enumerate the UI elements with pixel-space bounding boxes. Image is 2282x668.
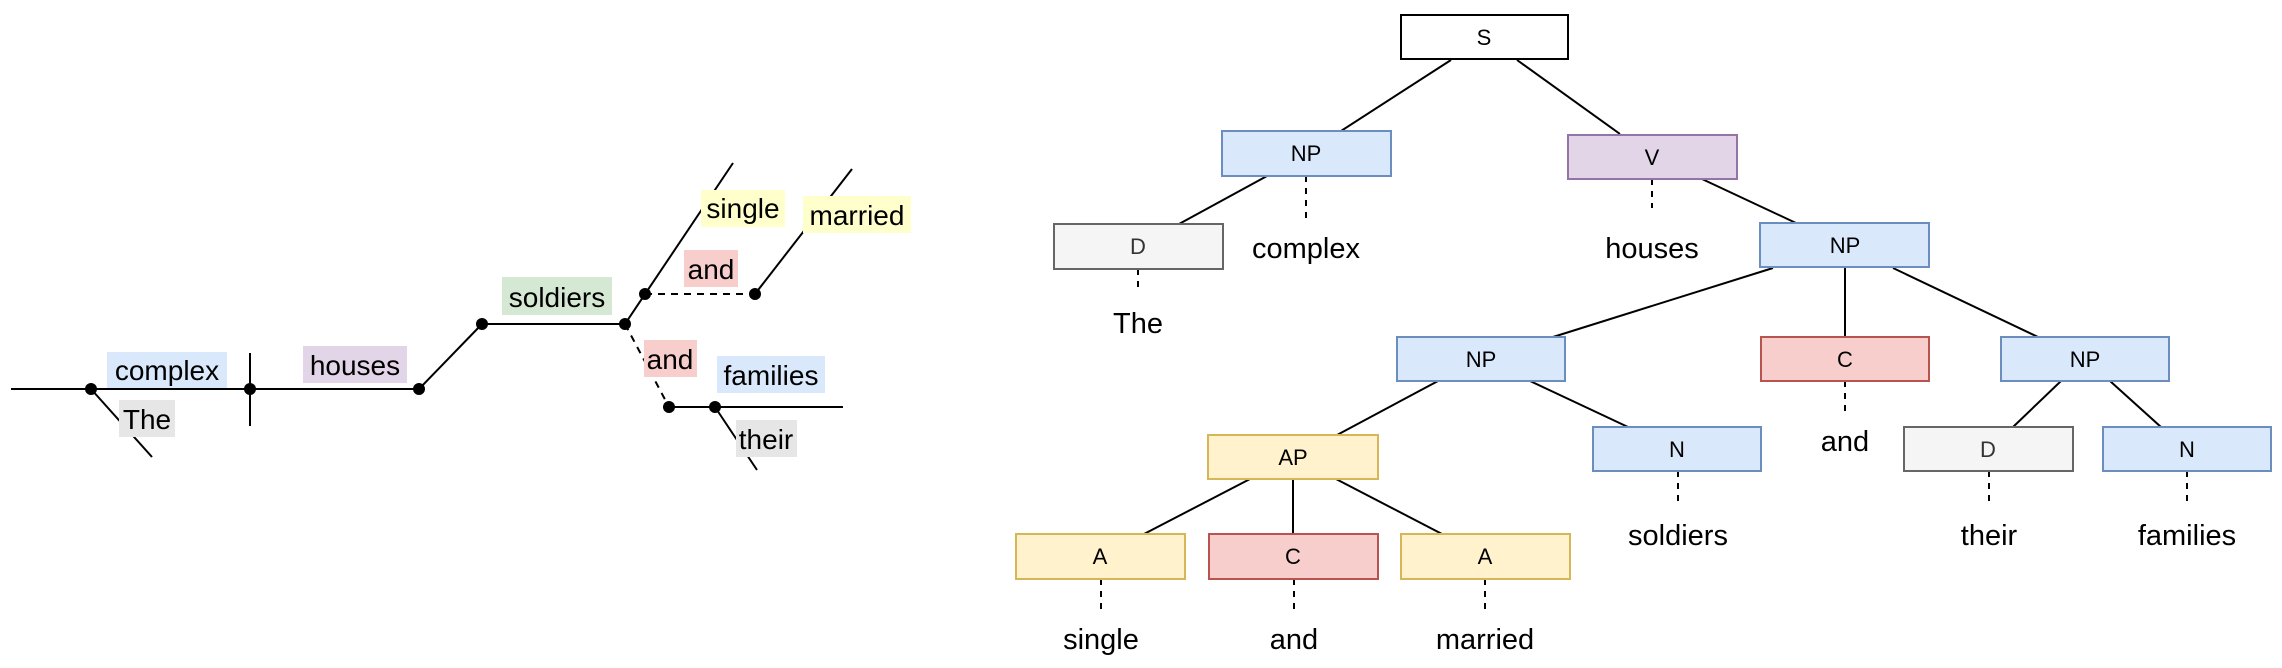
tree-edge-np-np1	[1552, 267, 1774, 338]
rk-word-text: and	[688, 254, 735, 285]
tree-leaf-and-ap: and	[1270, 624, 1318, 656]
tree-node-np-object: NP	[1759, 222, 1930, 268]
tree-node-label: N	[1669, 437, 1685, 462]
tree-node-label: NP	[1291, 141, 1322, 166]
rk-object-rise-line	[418, 323, 483, 390]
tree-edge-np2-n	[2109, 380, 2162, 428]
tree-edge-ap-a2	[1335, 478, 1443, 535]
tree-leaf-married: married	[1436, 624, 1534, 656]
tree-edge-np2-d	[2012, 380, 2062, 428]
rk-word-text: single	[706, 193, 779, 224]
tree-node-d-their: D	[1903, 426, 2074, 472]
rk-single-line	[624, 162, 734, 325]
rk-word-complex: complex	[107, 352, 227, 388]
reed-kellogg-diagram: complex The houses soldiers single marri…	[11, 162, 911, 471]
tree-node-np-coord1: NP	[1396, 336, 1566, 382]
tree-node-d-the: D	[1053, 223, 1224, 270]
tree-node-label: NP	[1830, 233, 1861, 258]
tree-node-label: A	[1478, 544, 1493, 569]
rk-node-dot	[663, 401, 675, 413]
tree-edge-np-d	[1178, 175, 1268, 225]
tree-leaf-their: their	[1961, 520, 2018, 552]
rk-node-dot	[244, 383, 256, 395]
tree-edge-s-v	[1516, 59, 1621, 135]
tree-leaf-the: The	[1113, 308, 1163, 340]
tree-node-s: S	[1400, 14, 1569, 60]
tree-leaf-single: single	[1063, 624, 1139, 656]
tree-node-label: D	[1130, 234, 1146, 259]
tree-node-ap: AP	[1207, 434, 1379, 480]
rk-node-dot	[85, 383, 97, 395]
tree-edge-v-np	[1701, 178, 1797, 224]
rk-node-dot	[709, 401, 721, 413]
rk-word-their: their	[736, 420, 797, 457]
tree-leaf-families: families	[2138, 520, 2236, 552]
rk-word-houses: houses	[303, 346, 407, 383]
rk-word-text: The	[123, 404, 171, 435]
rk-node-dot	[413, 383, 425, 395]
tree-edge-np1-n	[1529, 380, 1629, 428]
rk-word-married: married	[803, 196, 911, 233]
tree-edge-np-np2	[1892, 267, 2039, 338]
rk-word-the: The	[119, 400, 175, 437]
tree-node-label: A	[1093, 544, 1108, 569]
rk-word-and-np: and	[644, 340, 697, 377]
rk-word-text: families	[724, 360, 819, 391]
constituency-tree: S NP V D NP NP C NP AP N D N A C A The c…	[1015, 14, 2272, 656]
tree-node-label: AP	[1278, 445, 1307, 470]
rk-word-single: single	[701, 190, 785, 227]
sentence-diagrams: complex The houses soldiers single marri…	[11, 14, 2272, 656]
tree-node-n-families: N	[2102, 426, 2272, 472]
tree-node-c-ap: C	[1208, 533, 1379, 580]
tree-node-np-coord2: NP	[2000, 336, 2170, 382]
tree-leaf-and-np: and	[1821, 426, 1869, 458]
rk-node-dot	[619, 318, 631, 330]
tree-node-label: N	[2179, 437, 2195, 462]
tree-node-label: NP	[2070, 347, 2101, 372]
rk-word-text: their	[739, 424, 793, 455]
rk-node-dot	[476, 318, 488, 330]
tree-node-label: C	[1285, 544, 1301, 569]
rk-word-text: married	[810, 200, 905, 231]
tree-node-n-soldiers: N	[1592, 426, 1762, 472]
tree-leaf-soldiers: soldiers	[1628, 520, 1728, 552]
tree-node-label: S	[1477, 25, 1492, 50]
rk-word-and-ap: and	[684, 250, 738, 287]
rk-word-text: complex	[115, 355, 219, 386]
rk-node-dot	[639, 288, 651, 300]
tree-node-label: D	[1980, 437, 1996, 462]
tree-edge-s-np	[1340, 59, 1452, 132]
tree-node-label: C	[1837, 347, 1853, 372]
rk-word-text: and	[647, 344, 694, 375]
tree-leaf-complex: complex	[1252, 233, 1360, 265]
tree-node-label: V	[1645, 145, 1660, 170]
tree-edge-np1-ap	[1336, 380, 1439, 436]
tree-node-np-subject: NP	[1221, 130, 1392, 177]
rk-word-text: houses	[310, 350, 400, 381]
rk-word-soldiers: soldiers	[502, 277, 612, 315]
tree-node-label: NP	[1466, 347, 1497, 372]
tree-node-a-married: A	[1400, 533, 1571, 580]
tree-leaf-houses: houses	[1605, 233, 1699, 265]
tree-node-v: V	[1567, 134, 1738, 180]
tree-edge-ap-a1	[1143, 478, 1251, 535]
tree-node-c-np: C	[1760, 336, 1930, 382]
rk-node-dot	[749, 288, 761, 300]
rk-word-families: families	[717, 356, 825, 393]
tree-node-a-single: A	[1015, 533, 1186, 580]
rk-word-text: soldiers	[509, 282, 605, 313]
